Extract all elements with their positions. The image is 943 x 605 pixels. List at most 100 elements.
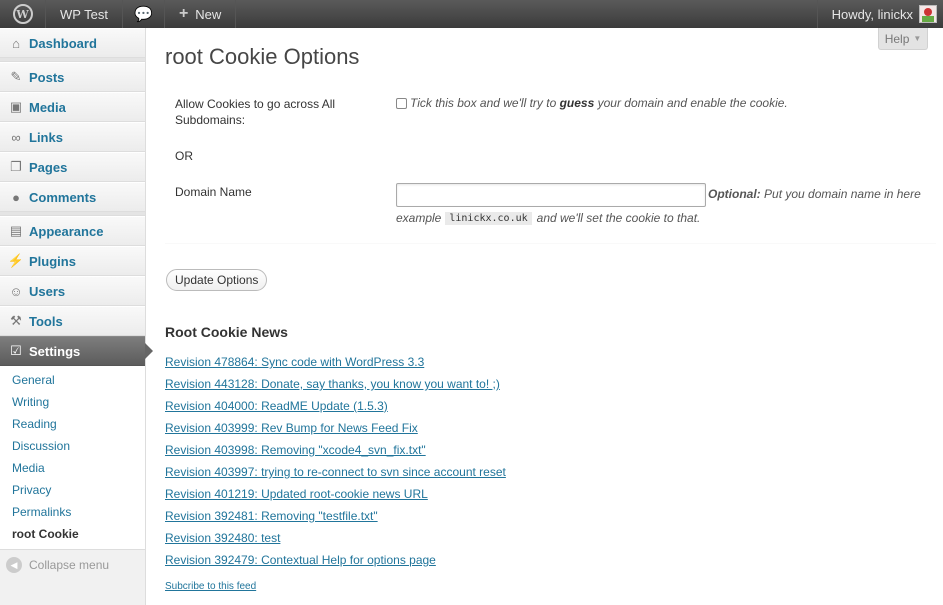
checkbox-hint-post: your domain and enable the cookie. bbox=[597, 96, 788, 110]
collapse-arrow-icon: ◀ bbox=[6, 557, 22, 573]
checkbox-hint-pre: Tick this box and we'll try to bbox=[410, 96, 557, 110]
example-code: linickx.co.uk bbox=[445, 211, 532, 225]
chevron-down-icon: ▼ bbox=[913, 34, 922, 43]
admin-bar: W WP Test 💬 + New Howdy, linickx bbox=[0, 0, 943, 28]
pushpin-icon: ✎ bbox=[10, 69, 22, 84]
wordpress-logo-icon: W bbox=[12, 4, 33, 24]
news-link[interactable]: Revision 478864: Sync code with WordPres… bbox=[165, 355, 424, 369]
update-options-button[interactable]: Update Options bbox=[166, 269, 268, 291]
subdomain-checkbox[interactable] bbox=[396, 97, 407, 109]
list-item: Revision 404000: ReadME Update (1.5.3) bbox=[165, 395, 506, 417]
submenu-reading[interactable]: Reading bbox=[0, 413, 145, 435]
users-icon: ☺ bbox=[9, 283, 23, 299]
account-menu[interactable]: Howdy, linickx bbox=[816, 0, 943, 28]
menu-plugins[interactable]: ⚡ Plugins bbox=[0, 246, 145, 276]
menu-label: Plugins bbox=[29, 253, 76, 269]
plus-icon: + bbox=[178, 5, 189, 22]
tools-icon: ⚒ bbox=[10, 313, 22, 328]
menu-label: Media bbox=[29, 99, 66, 115]
menu-label: Pages bbox=[29, 159, 68, 175]
howdy-text: Howdy, linickx bbox=[831, 6, 913, 22]
example-pre: example bbox=[396, 211, 442, 225]
page-title: root Cookie Options bbox=[165, 44, 360, 69]
domain-name-label: Domain Name bbox=[175, 185, 252, 199]
list-item: Revision 443128: Donate, say thanks, you… bbox=[165, 373, 506, 395]
collapse-menu-button[interactable]: ◀ Collapse menu bbox=[0, 550, 145, 580]
help-tab[interactable]: Help ▼ bbox=[878, 28, 928, 50]
home-icon: ⌂ bbox=[12, 35, 20, 51]
optional-bold: Optional: bbox=[708, 187, 761, 201]
menu-posts[interactable]: ✎ Posts bbox=[0, 62, 145, 92]
news-list: Revision 478864: Sync code with WordPres… bbox=[165, 351, 506, 571]
domain-optional-hint: Optional: Put you domain name in here bbox=[708, 187, 921, 201]
media-icon: ▣ bbox=[9, 99, 23, 114]
menu-comments[interactable]: ● Comments bbox=[0, 182, 145, 212]
domain-name-input[interactable] bbox=[396, 183, 706, 207]
speech-bubble-icon: 💬 bbox=[134, 6, 153, 23]
help-label: Help bbox=[884, 31, 910, 46]
comments-button[interactable]: 💬 bbox=[123, 0, 165, 28]
menu-tools[interactable]: ⚒ Tools bbox=[0, 306, 145, 336]
menu-label: Posts bbox=[29, 69, 65, 85]
settings-submenu: General Writing Reading Discussion Media… bbox=[0, 366, 145, 550]
news-title: Root Cookie News bbox=[165, 324, 288, 340]
list-item: Revision 478864: Sync code with WordPres… bbox=[165, 351, 506, 373]
checkbox-hint-bold: guess bbox=[559, 96, 595, 110]
example-post: and we'll set the cookie to that. bbox=[536, 211, 701, 225]
list-item: Revision 392479: Contextual Help for opt… bbox=[165, 549, 506, 571]
list-item: Revision 392480: test bbox=[165, 527, 506, 549]
submenu-general[interactable]: General bbox=[0, 369, 145, 391]
menu-label: Settings bbox=[29, 343, 81, 359]
menu-dashboard[interactable]: ⌂ Dashboard bbox=[0, 28, 145, 58]
avatar bbox=[919, 5, 937, 23]
news-link[interactable]: Revision 401219: Updated root-cookie new… bbox=[165, 487, 428, 501]
submenu-permalinks[interactable]: Permalinks bbox=[0, 501, 145, 523]
menu-links[interactable]: ∞ Links bbox=[0, 122, 145, 152]
cookie-subdomains-label: Allow Cookies to go across All Subdomain… bbox=[175, 97, 336, 127]
menu-label: Users bbox=[29, 283, 66, 299]
pages-icon: ❐ bbox=[10, 159, 22, 174]
submenu-discussion[interactable]: Discussion bbox=[0, 435, 145, 457]
news-link[interactable]: Revision 403999: Rev Bump for News Feed … bbox=[165, 421, 418, 435]
menu-pages[interactable]: ❐ Pages bbox=[0, 152, 145, 182]
or-label: OR bbox=[175, 149, 193, 163]
appearance-icon: ▤ bbox=[9, 223, 23, 238]
submenu-media[interactable]: Media bbox=[0, 457, 145, 479]
news-link[interactable]: Revision 404000: ReadME Update (1.5.3) bbox=[165, 399, 388, 413]
menu-settings[interactable]: ☑ Settings bbox=[0, 336, 153, 366]
domain-example-hint: example linickx.co.uk and we'll set the … bbox=[396, 211, 700, 225]
submenu-writing[interactable]: Writing bbox=[0, 391, 145, 413]
new-content-button[interactable]: + New bbox=[165, 0, 237, 28]
news-link[interactable]: Revision 392479: Contextual Help for opt… bbox=[165, 553, 436, 567]
wordpress-menu-button[interactable]: W bbox=[0, 0, 46, 28]
news-link[interactable]: Revision 392481: Removing "testfile.txt" bbox=[165, 509, 378, 523]
submenu-root-cookie[interactable]: root Cookie bbox=[0, 523, 145, 545]
menu-media[interactable]: ▣ Media bbox=[0, 92, 145, 122]
new-label: New bbox=[195, 6, 222, 22]
subscribe-feed-link[interactable]: Subcribe to this feed bbox=[165, 581, 256, 592]
list-item: Revision 403998: Removing "xcode4_svn_fi… bbox=[165, 439, 506, 461]
submenu-privacy[interactable]: Privacy bbox=[0, 479, 145, 501]
menu-label: Links bbox=[29, 129, 63, 145]
comments-icon: ● bbox=[12, 189, 20, 205]
site-name-link[interactable]: WP Test bbox=[46, 0, 123, 28]
menu-label: Appearance bbox=[29, 223, 104, 239]
news-link[interactable]: Revision 443128: Donate, say thanks, you… bbox=[165, 377, 500, 391]
subdomain-checkbox-row: Tick this box and we'll try to guess you… bbox=[396, 96, 788, 110]
news-link[interactable]: Revision 392480: test bbox=[165, 531, 280, 545]
list-item: Revision 401219: Updated root-cookie new… bbox=[165, 483, 506, 505]
menu-users[interactable]: ☺ Users bbox=[0, 276, 145, 306]
news-link[interactable]: Revision 403997: trying to re-connect to… bbox=[165, 465, 506, 479]
list-item: Revision 403997: trying to re-connect to… bbox=[165, 461, 506, 483]
settings-icon: ☑ bbox=[10, 343, 22, 358]
optional-text: Put you domain name in here bbox=[764, 187, 921, 201]
menu-label: Dashboard bbox=[29, 35, 97, 51]
admin-sidebar: ⌂ Dashboard ✎ Posts ▣ Media ∞ Links ❐ Pa… bbox=[0, 28, 153, 605]
news-link[interactable]: Revision 403998: Removing "xcode4_svn_fi… bbox=[165, 443, 426, 457]
menu-label: Comments bbox=[29, 189, 97, 205]
list-item: Revision 392481: Removing "testfile.txt" bbox=[165, 505, 506, 527]
menu-label: Tools bbox=[29, 313, 63, 329]
collapse-label: Collapse menu bbox=[29, 558, 110, 572]
menu-appearance[interactable]: ▤ Appearance bbox=[0, 216, 145, 246]
plugin-icon: ⚡ bbox=[7, 253, 25, 268]
